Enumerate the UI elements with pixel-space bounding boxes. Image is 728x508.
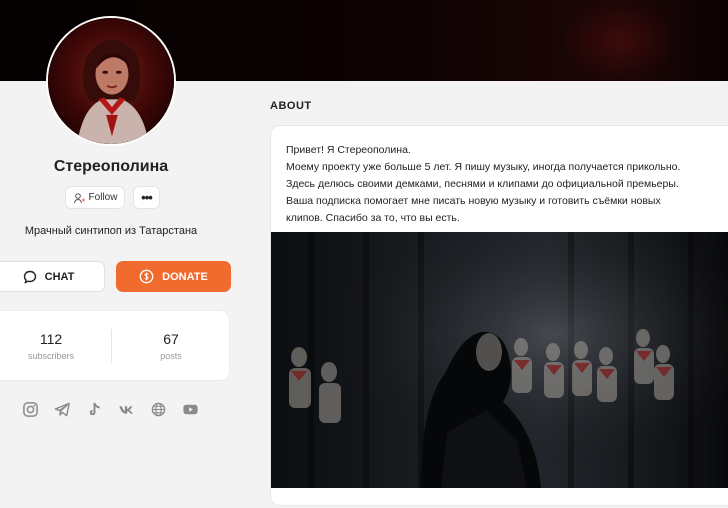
about-image[interactable] — [271, 232, 728, 488]
chat-bubble-icon — [23, 270, 36, 284]
donate-button[interactable]: DONATE — [116, 261, 231, 292]
chat-label: CHAT — [44, 270, 75, 283]
about-line: Ваша подписка помогает мне писать новую … — [286, 195, 661, 207]
vk-icon[interactable] — [118, 401, 135, 418]
stats-card: 112 subscribers 67 posts — [0, 310, 230, 381]
social-links — [22, 401, 199, 418]
posts-stat: 67 posts — [121, 331, 221, 361]
avatar-photo — [48, 18, 174, 144]
posts-label: posts — [160, 351, 182, 361]
profile-name: Стереополина — [53, 158, 169, 175]
about-text: Привет! Я Стереополина. Моему проекту уж… — [286, 142, 726, 227]
stats-divider — [111, 329, 112, 363]
more-button[interactable]: ••• — [133, 186, 160, 209]
globe-icon[interactable] — [150, 401, 167, 418]
about-line: Здесь делюсь своими демками, песнями и к… — [286, 178, 679, 190]
coin-icon — [139, 269, 154, 284]
about-line: Моему проекту уже больше 5 лет. Я пишу м… — [286, 161, 681, 173]
subscribers-label: subscribers — [27, 351, 74, 361]
user-add-icon — [73, 192, 85, 203]
follow-button[interactable]: Follow — [65, 186, 125, 209]
subscribers-stat: 112 subscribers — [1, 331, 101, 361]
tiktok-icon[interactable] — [86, 401, 103, 418]
posts-count: 67 — [163, 331, 179, 347]
avatar[interactable] — [46, 16, 176, 146]
donate-label: DONATE — [162, 270, 208, 283]
about-line: Привет! Я Стереополина. — [286, 144, 411, 156]
chat-button[interactable]: CHAT — [0, 261, 105, 292]
subscribers-count: 112 — [39, 331, 63, 347]
more-icon: ••• — [141, 190, 153, 205]
about-photo — [271, 232, 728, 488]
youtube-icon[interactable] — [182, 401, 199, 418]
follow-label: Follow — [88, 192, 118, 203]
instagram-icon[interactable] — [22, 401, 39, 418]
profile-tagline: Мрачный синтипоп из Татарстана — [24, 225, 198, 237]
about-title: ABOUT — [270, 100, 312, 112]
about-line: клипов. Спасибо за то, что вы есть. — [286, 212, 460, 224]
about-card: Привет! Я Стереополина. Моему проекту уж… — [270, 125, 728, 506]
telegram-icon[interactable] — [54, 401, 71, 418]
